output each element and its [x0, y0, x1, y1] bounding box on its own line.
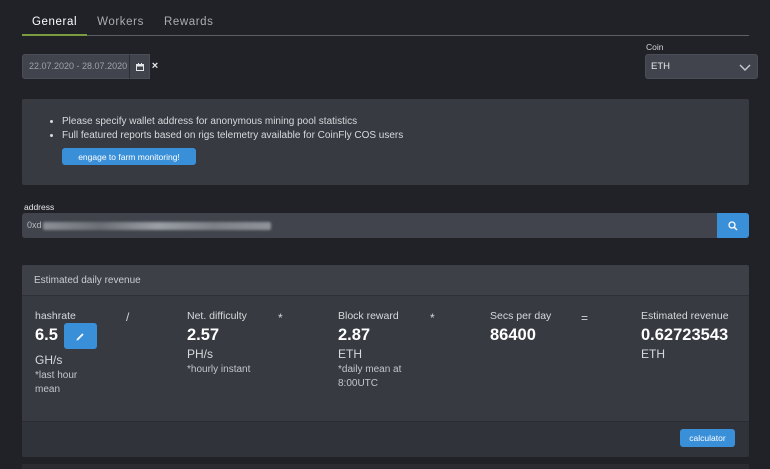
- chevron-down-icon: [739, 64, 751, 71]
- hashrate-note: *last hour mean: [35, 370, 78, 395]
- pencil-icon: [76, 332, 84, 340]
- block-reward-label: Block reward: [338, 310, 399, 322]
- estimated-revenue-metric: Estimated revenue 0.62723543 ETH: [641, 310, 746, 361]
- multiply-operator-1: *: [278, 311, 283, 325]
- search-button[interactable]: [717, 213, 749, 238]
- difficulty-unit: PH/s: [187, 347, 214, 361]
- difficulty-note: *hourly instant: [187, 364, 251, 375]
- search-icon: [728, 220, 738, 230]
- address-input[interactable]: 0xd: [22, 213, 718, 238]
- estimated-revenue-unit: ETH: [641, 347, 665, 361]
- revenue-panel: Estimated daily revenue hashrate 6.5 GH/…: [22, 265, 749, 457]
- edit-hashrate-button[interactable]: [64, 323, 97, 349]
- hashrate-label: hashrate: [35, 310, 76, 322]
- coin-select-value: ETH: [651, 61, 670, 72]
- address-value: 0xd: [27, 220, 42, 230]
- address-redacted: [42, 221, 271, 230]
- block-reward-note: *daily mean at 8:00UTC: [338, 364, 402, 389]
- secs-per-day-value: 86400: [490, 326, 536, 344]
- block-reward-unit: ETH: [338, 347, 362, 361]
- block-reward-value: 2.87: [338, 326, 371, 344]
- calendar-icon: [135, 62, 144, 71]
- coin-label: Coin: [646, 42, 664, 52]
- engage-farm-monitoring-button[interactable]: engage to farm monitoring!: [62, 148, 196, 165]
- tab-bar: General Workers Rewards: [22, 8, 749, 36]
- secs-per-day-metric: Secs per day 86400: [490, 310, 580, 345]
- info-box: Please specify wallet address for anonym…: [22, 99, 749, 185]
- date-range-input[interactable]: 22.07.2020 - 28.07.2020: [22, 54, 129, 79]
- difficulty-metric: Net. difficulty 2.57 PH/s *hourly instan…: [187, 310, 287, 377]
- tab-general[interactable]: General: [22, 8, 88, 36]
- hashrate-unit: GH/s: [35, 353, 63, 367]
- tab-workers[interactable]: Workers: [87, 8, 154, 36]
- info-item-wallet: Please specify wallet address for anonym…: [62, 115, 403, 129]
- revenue-panel-footer: [22, 421, 749, 457]
- estimated-revenue-label: Estimated revenue: [641, 310, 729, 322]
- info-list: Please specify wallet address for anonym…: [62, 115, 403, 143]
- tab-rewards[interactable]: Rewards: [154, 8, 224, 36]
- address-label: address: [24, 202, 55, 212]
- difficulty-label: Net. difficulty: [187, 310, 247, 322]
- calendar-button[interactable]: [129, 54, 150, 79]
- calculator-button[interactable]: calculator: [680, 429, 735, 447]
- equals-operator: =: [581, 311, 589, 325]
- clear-date-button[interactable]: ×: [150, 59, 160, 73]
- coin-select[interactable]: ETH: [645, 54, 758, 79]
- block-reward-metric: Block reward 2.87 ETH *daily mean at 8:0…: [338, 310, 428, 391]
- estimated-revenue-value: 0.62723543: [641, 326, 729, 344]
- difficulty-value: 2.57: [187, 326, 220, 344]
- info-item-reports: Full featured reports based on rigs tele…: [62, 129, 403, 143]
- multiply-operator-2: *: [430, 311, 435, 325]
- divide-operator: /: [126, 310, 130, 324]
- secs-per-day-label: Secs per day: [490, 310, 552, 322]
- next-panel-edge: [22, 464, 749, 469]
- revenue-panel-title: Estimated daily revenue: [22, 265, 749, 296]
